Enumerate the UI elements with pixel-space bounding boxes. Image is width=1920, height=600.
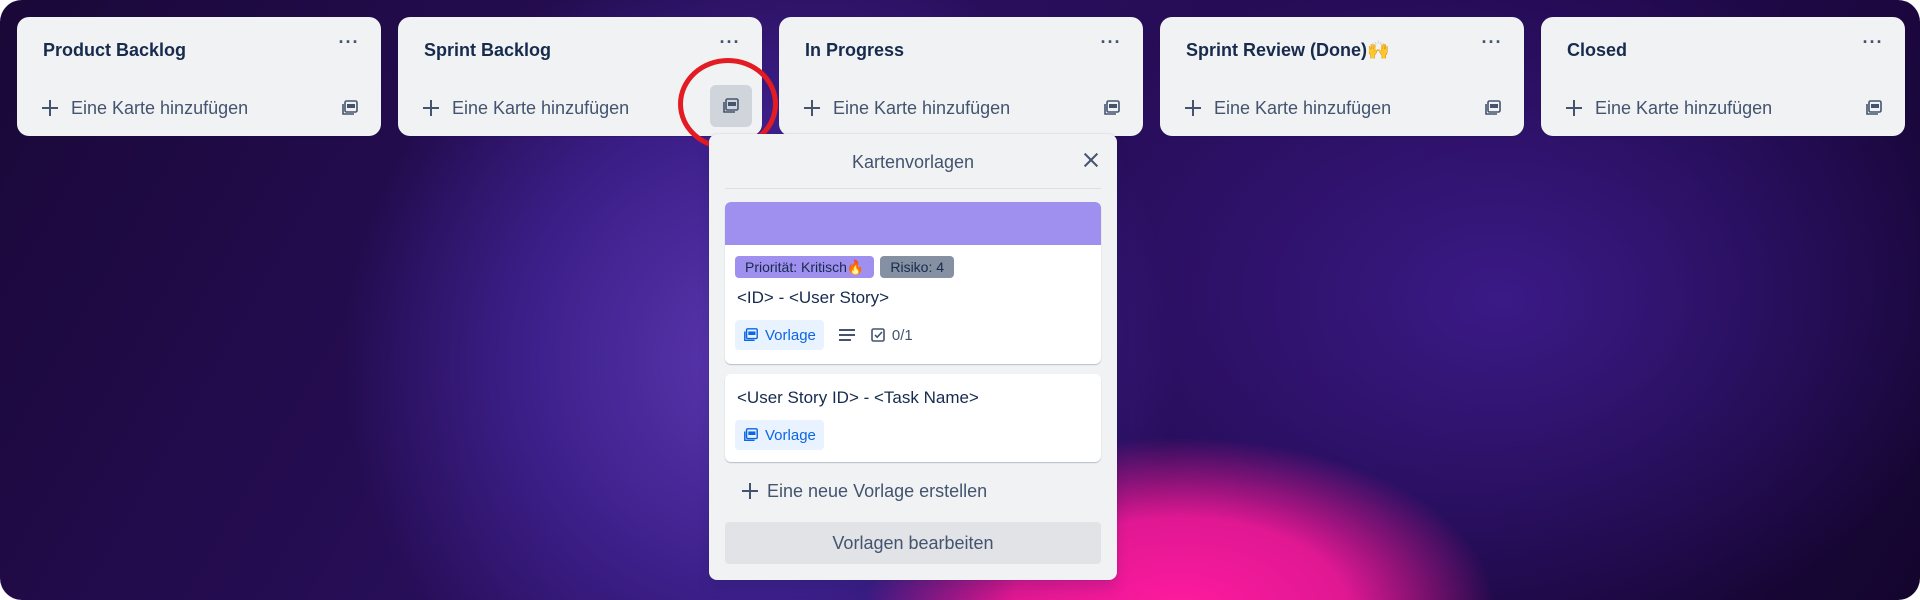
- list-closed: Closed ··· Eine Karte hinzufügen: [1541, 17, 1905, 136]
- add-card-label: Eine Karte hinzufügen: [71, 97, 249, 118]
- add-card-button[interactable]: Eine Karte hinzufügen: [1182, 93, 1391, 123]
- checklist-count: 0/1: [891, 326, 913, 344]
- add-card-label: Eine Karte hinzufügen: [833, 97, 1011, 118]
- list-product-backlog: Product Backlog ··· Eine Karte hinzufüge…: [17, 17, 381, 136]
- list-menu-button[interactable]: ···: [1859, 33, 1887, 57]
- add-card-button[interactable]: Eine Karte hinzufügen: [39, 93, 248, 123]
- create-from-template-button[interactable]: [1476, 91, 1510, 125]
- plus-icon: [39, 97, 61, 119]
- plus-icon: [420, 97, 442, 119]
- divider: [725, 188, 1101, 189]
- plus-icon: [1182, 97, 1204, 119]
- label-priority: Priorität: Kritisch🔥: [735, 256, 875, 278]
- list-title[interactable]: Sprint Review (Done)🙌: [1186, 40, 1389, 61]
- create-template-button[interactable]: Eine neue Vorlage erstellen: [739, 480, 987, 502]
- card-badges: Vorlage: [735, 420, 824, 450]
- plus-icon: [1563, 97, 1585, 119]
- add-card-label: Eine Karte hinzufügen: [452, 97, 630, 118]
- list-title[interactable]: Sprint Backlog: [424, 40, 551, 61]
- add-card-button[interactable]: Eine Karte hinzufügen: [420, 93, 629, 123]
- card-badges: Vorlage 0/1: [735, 320, 913, 350]
- popover-title: Kartenvorlagen: [851, 152, 975, 172]
- create-from-template-button[interactable]: [333, 91, 367, 125]
- template-badge-label: Vorlage: [765, 326, 816, 344]
- plus-icon: [739, 480, 761, 502]
- list-menu-button[interactable]: ···: [1097, 33, 1125, 57]
- card-title: <ID> - <User Story>: [737, 288, 890, 307]
- template-badge: Vorlage: [735, 420, 824, 450]
- edit-templates-button[interactable]: Vorlagen bearbeiten: [725, 522, 1101, 564]
- create-from-template-button[interactable]: [1857, 91, 1891, 125]
- list-in-progress: In Progress ··· Eine Karte hinzufügen: [779, 17, 1143, 136]
- plus-icon: [801, 97, 823, 119]
- add-card-button[interactable]: Eine Karte hinzufügen: [801, 93, 1010, 123]
- list-menu-button[interactable]: ···: [716, 33, 744, 57]
- card-title: <User Story ID> - <Task Name>: [737, 388, 979, 407]
- checklist-badge: 0/1: [870, 327, 913, 344]
- template-card[interactable]: <User Story ID> - <Task Name> Vorlage: [725, 374, 1101, 462]
- template-badge-label: Vorlage: [765, 426, 816, 444]
- add-card-label: Eine Karte hinzufügen: [1214, 97, 1392, 118]
- add-card-label: Eine Karte hinzufügen: [1595, 97, 1773, 118]
- list-menu-button[interactable]: ···: [335, 33, 363, 57]
- template-icon: [744, 428, 758, 442]
- label-risk: Risiko: 4: [880, 256, 955, 278]
- template-icon: [744, 328, 758, 342]
- add-card-button[interactable]: Eine Karte hinzufügen: [1563, 93, 1772, 123]
- list-menu-button[interactable]: ···: [1478, 33, 1506, 57]
- list-title[interactable]: Product Backlog: [43, 40, 186, 61]
- create-from-template-button[interactable]: [1095, 91, 1129, 125]
- template-badge: Vorlage: [735, 320, 824, 350]
- list-sprint-review: Sprint Review (Done)🙌 ··· Eine Karte hin…: [1160, 17, 1524, 136]
- description-icon: [838, 328, 856, 342]
- checkbox-icon: [871, 328, 885, 342]
- list-title[interactable]: In Progress: [805, 40, 904, 61]
- card-labels: Priorität: Kritisch🔥 Risiko: 4: [735, 256, 955, 278]
- create-template-label: Eine neue Vorlage erstellen: [767, 480, 988, 501]
- template-card[interactable]: Priorität: Kritisch🔥 Risiko: 4 <ID> - <U…: [725, 202, 1101, 364]
- template-icon: [1485, 100, 1501, 115]
- list-title[interactable]: Closed: [1567, 40, 1627, 61]
- template-icon: [1866, 100, 1882, 115]
- template-icon: [1104, 100, 1120, 115]
- card-templates-popover: Kartenvorlagen Priorität: Kritisch🔥 Risi…: [709, 134, 1117, 580]
- card-cover: [725, 202, 1101, 245]
- close-icon[interactable]: [1079, 148, 1103, 172]
- template-icon: [342, 100, 358, 115]
